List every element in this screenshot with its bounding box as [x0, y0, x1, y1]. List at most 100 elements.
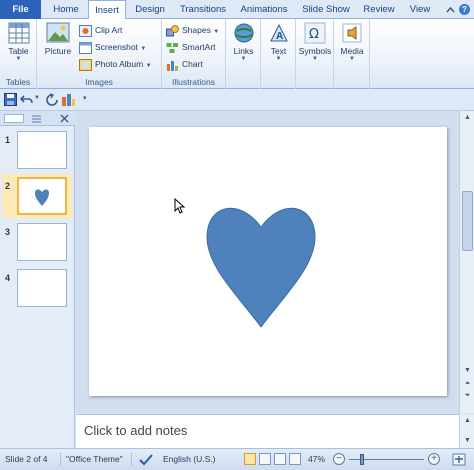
slide-thumbnail-2[interactable]	[17, 177, 67, 215]
theme-name: "Office Theme"	[66, 454, 123, 464]
redo-icon[interactable]	[46, 93, 59, 106]
photo-album-icon	[79, 58, 92, 71]
table-icon	[8, 22, 29, 44]
ribbon-tab-bar: File Home Insert Design Transitions Anim…	[0, 0, 474, 20]
notes-placeholder: Click to add notes	[84, 423, 188, 438]
smartart-button[interactable]: SmartArt	[166, 39, 216, 56]
tab-review[interactable]: Review	[359, 0, 399, 19]
undo-icon[interactable]	[20, 93, 33, 106]
globe-link-icon	[234, 23, 253, 43]
previous-slide-icon[interactable]: ⏶	[462, 379, 473, 389]
slide-number: 2	[5, 181, 11, 191]
photo-album-button[interactable]: Photo Album ▼	[79, 56, 152, 73]
group-label-tables: Tables	[5, 77, 31, 87]
scroll-down-icon[interactable]: ▼	[462, 436, 473, 446]
vertical-scrollbar[interactable]: ▲ ▼ ⏶ ⏷	[459, 111, 474, 413]
slide-editing-area	[76, 111, 459, 413]
group-media: Media ▼	[334, 19, 370, 89]
zoom-level[interactable]: 47%	[308, 454, 325, 464]
undo-dropdown-icon[interactable]: ▼	[34, 95, 40, 101]
next-slide-icon[interactable]: ⏷	[462, 391, 473, 401]
language-indicator[interactable]: English (U.S.)	[163, 454, 215, 464]
customize-toolbar-icon[interactable]: ▾	[83, 94, 87, 102]
tab-file[interactable]: File	[0, 0, 41, 19]
quick-access-toolbar: ▼ ▾	[0, 89, 474, 111]
text-label: Text	[270, 46, 287, 56]
zoom-in-button[interactable]: +	[428, 453, 440, 465]
chevron-down-icon: ▼	[145, 63, 152, 69]
group-images: Picture Clip Art Screenshot ▼ Photo Albu…	[37, 19, 162, 89]
outline-tab-icon[interactable]	[30, 114, 42, 123]
clip-art-button[interactable]: Clip Art	[79, 22, 122, 39]
ribbon: Table ▼ Tables Picture Clip Art Screensh…	[0, 19, 474, 89]
chevron-down-icon: ▼	[312, 56, 318, 62]
slide-thumbnail-1[interactable]	[17, 131, 67, 169]
status-bar: Slide 2 of 4 "Office Theme" English (U.S…	[0, 448, 474, 470]
scroll-up-icon[interactable]: ▲	[462, 416, 473, 426]
picture-button[interactable]: Picture	[40, 22, 76, 56]
group-links: Links ▼	[226, 19, 261, 89]
divider	[131, 453, 132, 466]
slide-number: 3	[5, 227, 11, 237]
help-icon[interactable]: ?	[459, 4, 470, 15]
symbols-button[interactable]: Ω Symbols ▼	[298, 22, 332, 62]
fit-to-window-icon[interactable]	[452, 453, 466, 466]
zoom-slider-thumb[interactable]	[360, 454, 364, 465]
table-label: Table	[8, 46, 29, 56]
spell-check-icon[interactable]	[139, 453, 153, 466]
group-text: A Text ▼	[261, 19, 296, 89]
heart-shape[interactable]	[89, 127, 447, 396]
links-button[interactable]: Links ▼	[228, 22, 259, 62]
normal-view-button[interactable]	[244, 453, 256, 465]
links-label: Links	[233, 46, 254, 56]
scroll-down-icon[interactable]: ▼	[462, 366, 473, 376]
scroll-thumb[interactable]	[462, 191, 473, 251]
screenshot-icon	[79, 41, 92, 54]
chevron-down-icon: ▼	[140, 46, 147, 52]
slides-panel-header	[0, 111, 75, 126]
notes-scrollbar[interactable]: ▲ ▼	[459, 414, 474, 448]
chevron-down-icon: ▼	[275, 56, 282, 62]
slides-tab[interactable]	[4, 114, 24, 123]
close-icon[interactable]	[60, 114, 69, 123]
slide-sorter-view-button[interactable]	[259, 453, 271, 465]
tab-slide-show[interactable]: Slide Show	[296, 0, 356, 19]
svg-text:A: A	[276, 31, 283, 42]
slide-canvas[interactable]	[89, 127, 447, 396]
save-icon[interactable]	[4, 93, 17, 106]
table-button[interactable]: Table ▼	[3, 22, 34, 62]
slide-show-view-button[interactable]	[289, 453, 301, 465]
omega-icon: Ω	[304, 22, 326, 44]
reading-view-button[interactable]	[274, 453, 286, 465]
minimize-ribbon-icon[interactable]	[446, 6, 455, 16]
slide-thumbnail-4[interactable]	[17, 269, 67, 307]
group-tables: Table ▼ Tables	[0, 19, 37, 89]
media-button[interactable]: Media ▼	[336, 22, 368, 62]
presentation-icon[interactable]	[62, 93, 75, 106]
screenshot-button[interactable]: Screenshot ▼	[79, 39, 146, 56]
tab-animations[interactable]: Animations	[235, 0, 293, 19]
chart-button[interactable]: Chart	[166, 56, 203, 73]
text-button[interactable]: A Text ▼	[263, 22, 294, 62]
media-label: Media	[340, 46, 364, 56]
slide-thumbnail-3[interactable]	[17, 223, 67, 261]
tab-design[interactable]: Design	[128, 0, 172, 19]
clip-art-icon	[79, 24, 92, 37]
shapes-button[interactable]: Shapes ▼	[166, 22, 219, 39]
smartart-icon	[166, 42, 178, 53]
chart-icon	[167, 60, 178, 71]
tab-insert[interactable]: Insert	[88, 0, 126, 20]
mouse-cursor-icon	[174, 198, 186, 214]
group-label-illustrations: Illustrations	[172, 77, 215, 87]
divider	[60, 453, 61, 466]
tab-transitions[interactable]: Transitions	[174, 0, 232, 19]
group-label-images: Images	[85, 77, 113, 87]
notes-pane[interactable]: Click to add notes	[76, 414, 459, 448]
zoom-out-button[interactable]: −	[333, 453, 345, 465]
slide-indicator: Slide 2 of 4	[5, 454, 48, 464]
scroll-up-icon[interactable]: ▲	[462, 113, 473, 123]
tab-view[interactable]: View	[402, 0, 438, 19]
slide-number: 1	[5, 135, 11, 145]
tab-home[interactable]: Home	[44, 0, 88, 19]
text-icon: A	[269, 23, 288, 42]
